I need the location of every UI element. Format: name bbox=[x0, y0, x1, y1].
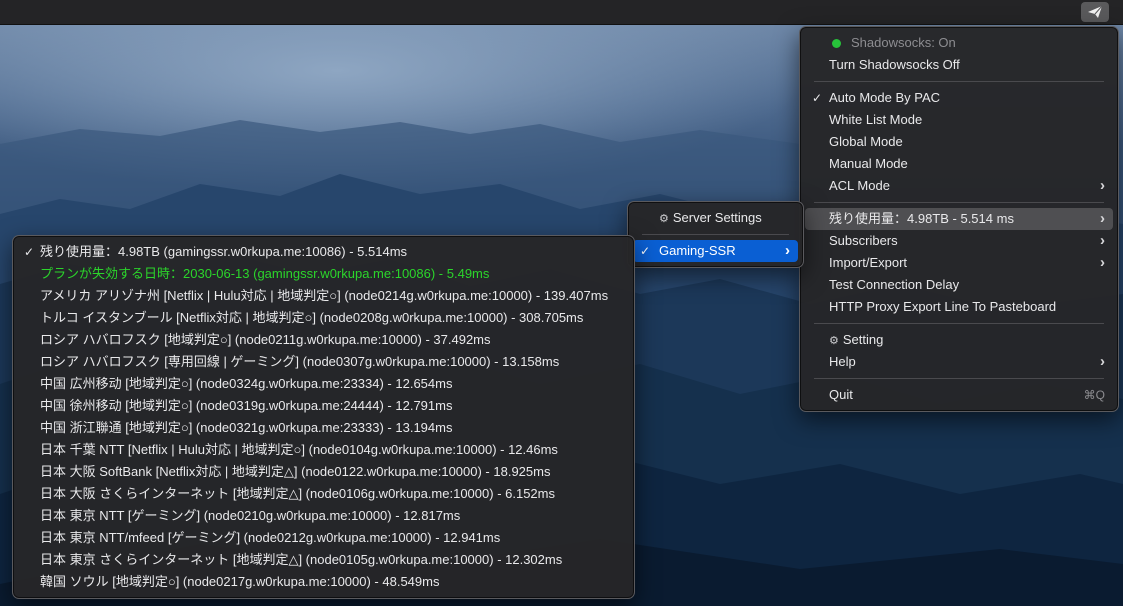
server-list-item-label: アメリカ アリゾナ州 [Netflix | Hulu対応 | 地域判定○] (n… bbox=[40, 288, 609, 303]
server-list-item-label: 日本 大阪 さくらインターネット [地域判定△] (node0106g.w0rk… bbox=[40, 486, 555, 501]
setting-label: Setting bbox=[842, 332, 884, 347]
subscribers-label: Subscribers bbox=[829, 233, 898, 248]
separator bbox=[814, 323, 1104, 324]
toggle-shadowsocks-item[interactable]: Turn Shadowsocks Off bbox=[805, 54, 1113, 76]
server-list-menu: ✓ 残り使用量：4.98TB (gamingssr.w0rkupa.me:1008… bbox=[12, 235, 635, 599]
server-list-item-label: 日本 東京 さくらインターネット [地域判定△] (node0105g.w0rk… bbox=[40, 552, 563, 567]
server-list-item-label: 残り使用量：4.98TB (gamingssr.w0rkupa.me:10086… bbox=[40, 244, 408, 259]
usage-server-item[interactable]: 残り使用量：4.98TB - 5.514 ms › bbox=[805, 208, 1113, 230]
mode-manual-label: Manual Mode bbox=[829, 156, 908, 171]
help-label: Help bbox=[829, 354, 856, 369]
check-icon: ✓ bbox=[24, 245, 35, 259]
group-gaming-ssr-label: Gaming-SSR bbox=[659, 243, 736, 258]
usage-server-label: 残り使用量：4.98TB - 5.514 ms bbox=[829, 211, 1014, 226]
server-list-item-label: 韓国 ソウル [地域判定○] (node0217g.w0rkupa.me:100… bbox=[40, 574, 440, 589]
mode-acl-item[interactable]: ACL Mode › bbox=[805, 175, 1113, 197]
check-icon: ✓ bbox=[812, 91, 823, 105]
http-proxy-export-item[interactable]: HTTP Proxy Export Line To Pasteboard bbox=[805, 296, 1113, 318]
server-list-item-label: プランが失効する日時：2030-06-13 (gamingssr.w0rkupa… bbox=[40, 266, 490, 281]
help-item[interactable]: Help › bbox=[805, 351, 1113, 373]
server-list-item[interactable]: ロシア ハバロフスク [地域判定○] (node0211g.w0rkupa.me… bbox=[18, 329, 629, 351]
separator bbox=[642, 234, 789, 235]
server-list-item[interactable]: 中国 浙江聯通 [地域判定○] (node0321g.w0rkupa.me:23… bbox=[18, 417, 629, 439]
test-delay-item[interactable]: Test Connection Delay bbox=[805, 274, 1113, 296]
status-label: Shadowsocks: On bbox=[851, 35, 956, 50]
group-gaming-ssr-item[interactable]: ✓ Gaming-SSR › bbox=[633, 240, 798, 262]
quit-label: Quit bbox=[829, 387, 853, 402]
quit-item[interactable]: Quit ⌘Q bbox=[805, 384, 1113, 406]
separator bbox=[814, 378, 1104, 379]
server-list-item-label: トルコ イスタンブール [Netflix対応 | 地域判定○] (node020… bbox=[40, 310, 584, 325]
http-proxy-export-label: HTTP Proxy Export Line To Pasteboard bbox=[829, 299, 1057, 314]
separator bbox=[814, 81, 1104, 82]
server-list-item[interactable]: 日本 大阪 さくらインターネット [地域判定△] (node0106g.w0rk… bbox=[18, 483, 629, 505]
separator bbox=[814, 202, 1104, 203]
import-export-label: Import/Export bbox=[829, 255, 908, 270]
gear-icon: ⚙ bbox=[829, 335, 839, 347]
server-list-item[interactable]: ロシア ハバロフスク [専用回線 | ゲーミング] (node0307g.w0r… bbox=[18, 351, 629, 373]
server-list-item[interactable]: 日本 東京 NTT [ゲーミング] (node0210g.w0rkupa.me:… bbox=[18, 505, 629, 527]
server-settings-item[interactable]: ⚙ Server Settings bbox=[633, 207, 798, 229]
server-list-item[interactable]: トルコ イスタンブール [Netflix対応 | 地域判定○] (node020… bbox=[18, 307, 629, 329]
server-list-item[interactable]: 日本 東京 NTT/mfeed [ゲーミング] (node0212g.w0rku… bbox=[18, 527, 629, 549]
chevron-right-icon: › bbox=[785, 242, 790, 259]
server-list-item[interactable]: 日本 千葉 NTT [Netflix | Hulu対応 | 地域判定○] (no… bbox=[18, 439, 629, 461]
mode-acl-label: ACL Mode bbox=[829, 178, 890, 193]
mode-white-list-item[interactable]: White List Mode bbox=[805, 109, 1113, 131]
server-list-item[interactable]: ✓ 残り使用量：4.98TB (gamingssr.w0rkupa.me:1008… bbox=[18, 241, 629, 263]
setting-item[interactable]: ⚙ Setting bbox=[805, 329, 1113, 351]
server-settings-label: Server Settings bbox=[672, 210, 762, 225]
server-list-item[interactable]: 日本 東京 さくらインターネット [地域判定△] (node0105g.w0rk… bbox=[18, 549, 629, 571]
mode-auto-pac-label: Auto Mode By PAC bbox=[829, 90, 941, 105]
server-list-item[interactable]: 中国 徐州移动 [地域判定○] (node0319g.w0rkupa.me:24… bbox=[18, 395, 629, 417]
server-list-item-label: 日本 千葉 NTT [Netflix | Hulu対応 | 地域判定○] (no… bbox=[40, 442, 558, 457]
server-list-item[interactable]: アメリカ アリゾナ州 [Netflix | Hulu対応 | 地域判定○] (n… bbox=[18, 285, 629, 307]
server-list-item-label: 日本 東京 NTT/mfeed [ゲーミング] (node0212g.w0rku… bbox=[40, 530, 501, 545]
server-list-item-label: 日本 東京 NTT [ゲーミング] (node0210g.w0rkupa.me:… bbox=[40, 508, 461, 523]
mode-global-label: Global Mode bbox=[829, 134, 903, 149]
chevron-right-icon: › bbox=[1100, 177, 1105, 194]
check-icon: ✓ bbox=[640, 244, 651, 258]
server-list-item-label: 日本 大阪 SoftBank [Netflix対応 | 地域判定△] (node… bbox=[40, 464, 551, 479]
server-submenu: ⚙ Server Settings ✓ Gaming-SSR › bbox=[627, 201, 804, 268]
server-list-item[interactable]: 中国 広州移动 [地域判定○] (node0324g.w0rkupa.me:23… bbox=[18, 373, 629, 395]
chevron-right-icon: › bbox=[1100, 353, 1105, 370]
mode-global-item[interactable]: Global Mode bbox=[805, 131, 1113, 153]
mode-auto-pac-item[interactable]: ✓ Auto Mode By PAC bbox=[805, 87, 1113, 109]
chevron-right-icon: › bbox=[1100, 232, 1105, 249]
server-list-item-label: 中国 浙江聯通 [地域判定○] (node0321g.w0rkupa.me:23… bbox=[40, 420, 453, 435]
subscribers-item[interactable]: Subscribers › bbox=[805, 230, 1113, 252]
quit-shortcut: ⌘Q bbox=[1083, 388, 1105, 402]
server-list-item[interactable]: プランが失効する日時：2030-06-13 (gamingssr.w0rkupa… bbox=[18, 263, 629, 285]
server-list-item[interactable]: 日本 大阪 SoftBank [Netflix対応 | 地域判定△] (node… bbox=[18, 461, 629, 483]
test-delay-label: Test Connection Delay bbox=[829, 277, 960, 292]
menu-bar bbox=[0, 0, 1123, 25]
server-list-item-label: ロシア ハバロフスク [地域判定○] (node0211g.w0rkupa.me… bbox=[40, 332, 491, 347]
server-list-item[interactable]: 韓国 ソウル [地域判定○] (node0217g.w0rkupa.me:100… bbox=[18, 571, 629, 593]
server-list-item-label: 中国 広州移动 [地域判定○] (node0324g.w0rkupa.me:23… bbox=[40, 376, 453, 391]
status-on-icon bbox=[832, 39, 841, 48]
shadowsocks-menu: Shadowsocks: On Turn Shadowsocks Off ✓ A… bbox=[799, 26, 1119, 412]
mode-manual-item[interactable]: Manual Mode bbox=[805, 153, 1113, 175]
chevron-right-icon: › bbox=[1100, 254, 1105, 271]
import-export-item[interactable]: Import/Export › bbox=[805, 252, 1113, 274]
chevron-right-icon: › bbox=[1100, 210, 1105, 227]
toggle-shadowsocks-label: Turn Shadowsocks Off bbox=[829, 57, 960, 72]
paper-plane-icon[interactable] bbox=[1081, 2, 1109, 22]
server-list-item-label: 中国 徐州移动 [地域判定○] (node0319g.w0rkupa.me:24… bbox=[40, 398, 453, 413]
gear-icon: ⚙ bbox=[659, 213, 669, 225]
server-list-item-label: ロシア ハバロフスク [専用回線 | ゲーミング] (node0307g.w0r… bbox=[40, 354, 560, 369]
mode-white-list-label: White List Mode bbox=[829, 112, 923, 127]
status-item: Shadowsocks: On bbox=[805, 32, 1113, 54]
